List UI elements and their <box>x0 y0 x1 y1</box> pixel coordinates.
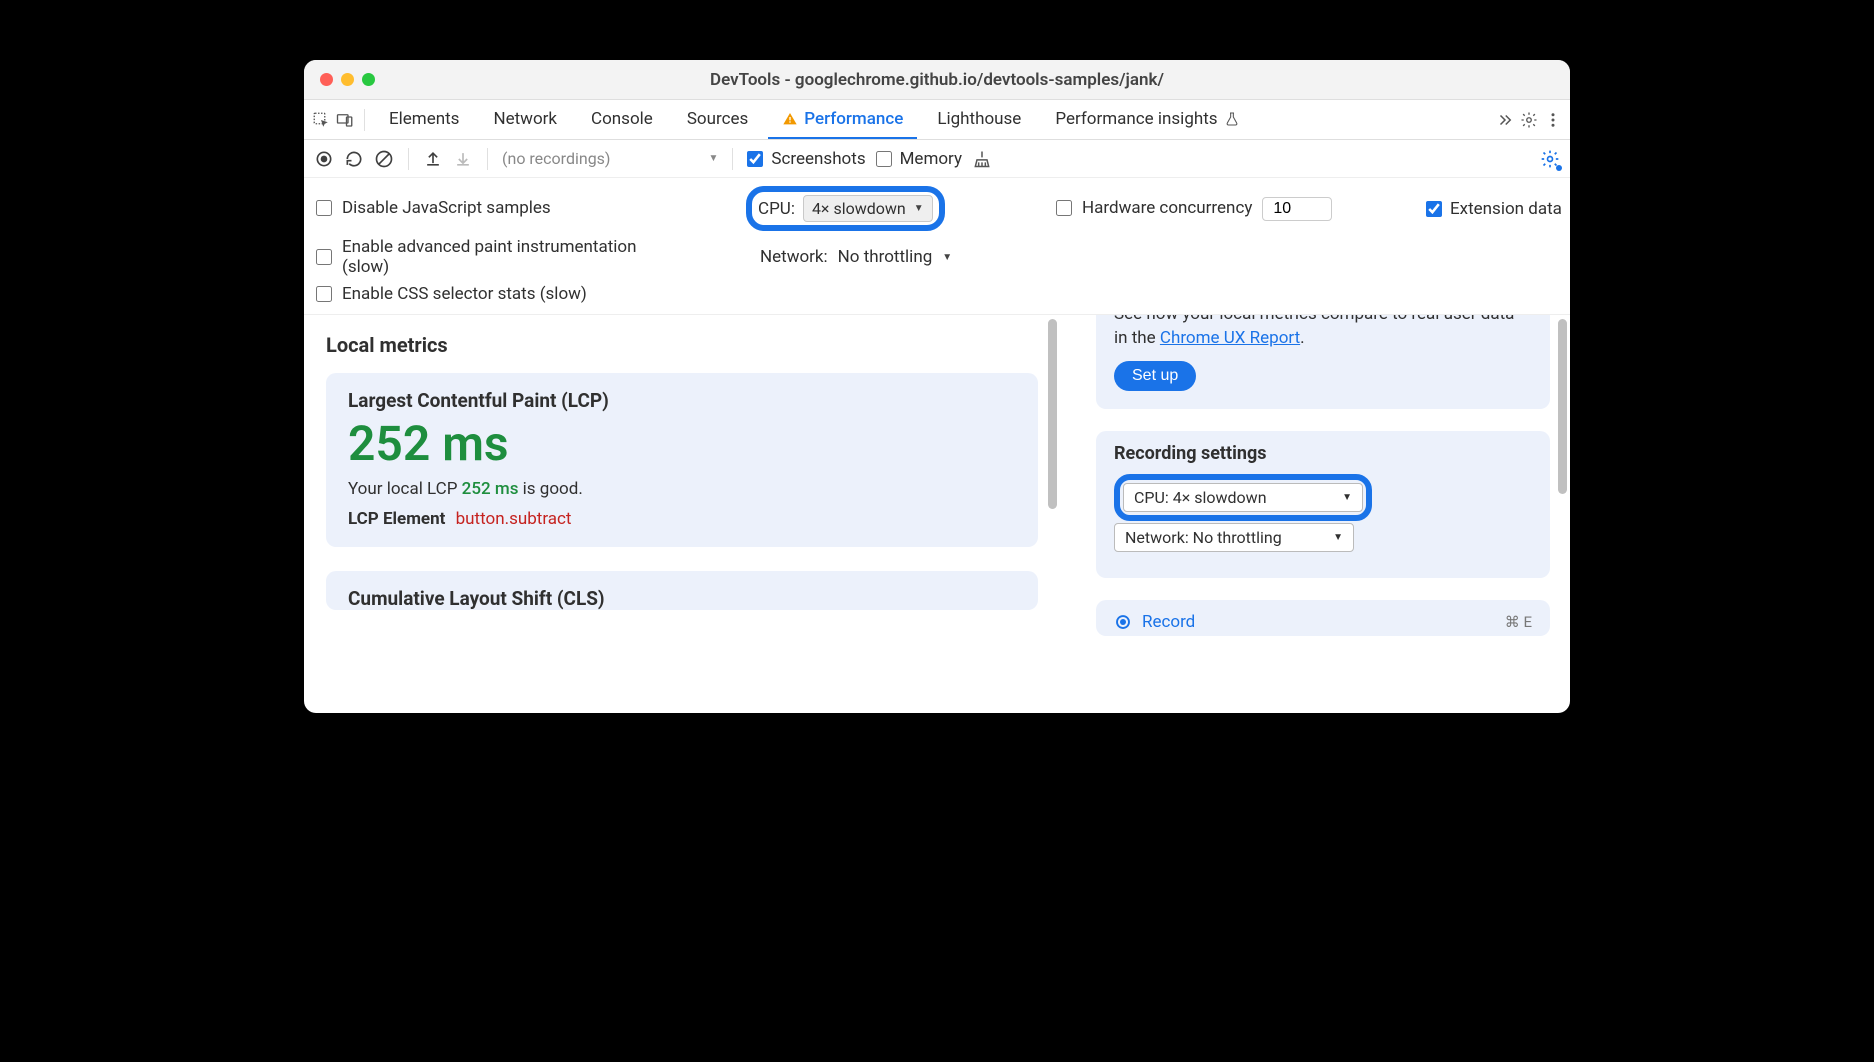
cpu-throttle-highlight: CPU: 4× slowdown▼ <box>746 186 945 231</box>
tab-console[interactable]: Console <box>577 100 667 139</box>
devtools-window: DevTools - googlechrome.github.io/devtoo… <box>304 60 1570 713</box>
hw-input[interactable] <box>1056 200 1072 216</box>
divider <box>487 148 488 170</box>
window-titlebar: DevTools - googlechrome.github.io/devtoo… <box>304 60 1570 100</box>
more-tabs-icon[interactable] <box>1496 111 1514 129</box>
right-sidebar: See how your local metrics compare to re… <box>1060 315 1570 713</box>
disable-js-input[interactable] <box>316 200 332 216</box>
tab-elements[interactable]: Elements <box>375 100 473 139</box>
devtools-tabs: Elements Network Console Sources Perform… <box>304 100 1570 140</box>
performance-toolbar: (no recordings) ▼ Screenshots Memory <box>304 140 1570 178</box>
settings-icon[interactable] <box>1520 111 1538 129</box>
ext-input[interactable] <box>1426 201 1442 217</box>
network-select[interactable]: Network: No throttling▼ <box>1114 523 1354 552</box>
lcp-title: Largest Contentful Paint (LCP) <box>348 389 1016 412</box>
memory-input[interactable] <box>876 151 892 167</box>
kebab-menu-icon[interactable] <box>1544 111 1562 129</box>
css-input[interactable] <box>316 286 332 302</box>
right-scrollbar[interactable] <box>1558 319 1567 709</box>
extension-data-checkbox[interactable]: Extension data <box>1426 199 1570 219</box>
cpu-label: CPU: <box>758 199 795 219</box>
record-card: Record ⌘ E <box>1096 600 1550 636</box>
divider <box>364 109 365 131</box>
upload-icon[interactable] <box>423 149 443 169</box>
tab-sources[interactable]: Sources <box>673 100 762 139</box>
field-data-text: See how your local metrics compare to re… <box>1114 315 1532 351</box>
divider <box>732 148 733 170</box>
download-icon[interactable] <box>453 149 473 169</box>
lcp-card: Largest Contentful Paint (LCP) 252 ms Yo… <box>326 373 1038 547</box>
main-content: Local metrics Largest Contentful Paint (… <box>304 315 1570 713</box>
network-throttle-select[interactable]: No throttling▼ <box>838 247 953 267</box>
screenshots-input[interactable] <box>747 151 763 167</box>
capture-settings: Disable JavaScript samples CPU: 4× slowd… <box>304 178 1570 315</box>
cls-card: Cumulative Layout Shift (CLS) <box>326 571 1038 610</box>
record-shortcut: ⌘ E <box>1505 613 1532 631</box>
local-metrics-pane: Local metrics Largest Contentful Paint (… <box>304 315 1060 713</box>
enable-css-stats-checkbox[interactable]: Enable CSS selector stats (slow) <box>316 284 736 304</box>
screenshots-checkbox[interactable]: Screenshots <box>747 149 865 169</box>
tab-lighthouse[interactable]: Lighthouse <box>923 100 1035 139</box>
crux-report-link[interactable]: Chrome UX Report <box>1160 328 1300 348</box>
tab-network[interactable]: Network <box>479 100 571 139</box>
recordings-select[interactable]: (no recordings) ▼ <box>502 149 718 168</box>
disable-js-samples-checkbox[interactable]: Disable JavaScript samples <box>316 198 736 218</box>
warning-icon <box>782 111 798 127</box>
network-throttle-row: Network: No throttling▼ <box>746 247 1046 267</box>
hardware-concurrency-input[interactable] <box>1262 197 1332 221</box>
garbage-collect-icon[interactable] <box>972 149 992 169</box>
cpu-throttle-select[interactable]: 4× slowdown▼ <box>803 195 933 222</box>
local-metrics-header: Local metrics <box>326 333 1038 357</box>
lcp-value: 252 ms <box>348 418 1016 471</box>
hardware-concurrency-checkbox[interactable]: Hardware concurrency <box>1056 198 1252 218</box>
lcp-element-row: LCP Element button.subtract <box>348 509 1016 529</box>
paint-input[interactable] <box>316 249 332 265</box>
capture-settings-icon[interactable] <box>1540 149 1560 169</box>
reload-record-icon[interactable] <box>344 149 364 169</box>
recording-settings-header: Recording settings <box>1114 443 1532 464</box>
lcp-element-link[interactable]: button.subtract <box>456 509 572 529</box>
tab-performance[interactable]: Performance <box>768 100 917 139</box>
cpu-select-highlight: CPU: 4× slowdown▼ <box>1114 474 1372 521</box>
field-data-card: See how your local metrics compare to re… <box>1096 315 1550 409</box>
divider <box>408 148 409 170</box>
clear-icon[interactable] <box>374 149 394 169</box>
tab-performance-insights[interactable]: Performance insights <box>1041 100 1253 139</box>
cls-title: Cumulative Layout Shift (CLS) <box>348 587 1016 610</box>
left-scrollbar[interactable] <box>1048 319 1057 709</box>
network-label: Network: <box>760 247 828 267</box>
enable-paint-instrumentation-checkbox[interactable]: Enable advanced paint instrumentation (s… <box>316 237 736 278</box>
record-circle-icon <box>1114 613 1132 631</box>
memory-checkbox[interactable]: Memory <box>876 149 962 169</box>
recording-settings-card: Recording settings CPU: 4× slowdown▼ Net… <box>1096 431 1550 578</box>
lcp-description: Your local LCP 252 ms is good. <box>348 479 1016 499</box>
inspect-icon[interactable] <box>312 111 330 129</box>
setup-button[interactable]: Set up <box>1114 361 1196 391</box>
record-row[interactable]: Record ⌘ E <box>1114 612 1532 632</box>
flask-icon <box>1224 111 1240 127</box>
window-title: DevTools - googlechrome.github.io/devtoo… <box>304 70 1570 90</box>
device-toolbar-icon[interactable] <box>336 111 354 129</box>
cpu-select[interactable]: CPU: 4× slowdown▼ <box>1123 483 1363 512</box>
record-icon[interactable] <box>314 149 334 169</box>
